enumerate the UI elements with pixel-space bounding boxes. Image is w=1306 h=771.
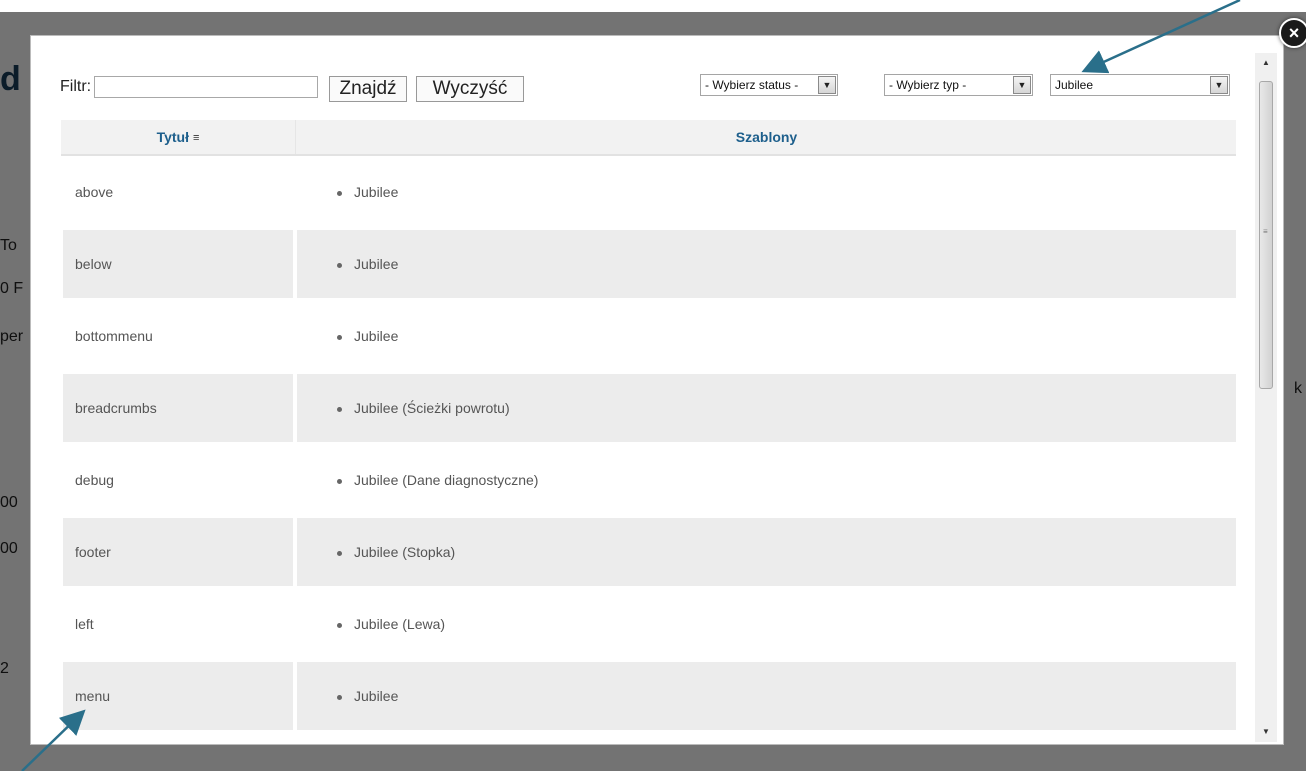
- close-icon: ×: [1288, 23, 1300, 43]
- type-select-value: - Wybierz typ -: [889, 78, 967, 92]
- dropdown-arrow-icon: ▼: [818, 76, 836, 94]
- filter-label: Filtr:: [60, 78, 92, 95]
- position-templates-cell: Jubilee: [297, 662, 1236, 730]
- template-name: Jubilee: [354, 184, 399, 200]
- bullet-icon: [337, 406, 342, 412]
- type-select[interactable]: - Wybierz typ - ▼: [884, 74, 1033, 96]
- status-select[interactable]: - Wybierz status - ▼: [700, 74, 838, 96]
- table-row[interactable]: bottommenu Jubilee: [61, 300, 1236, 372]
- positions-table: Tytuł ≡ Szablony above Jubilee below Jubilee…: [61, 120, 1236, 732]
- bullet-icon: [337, 478, 342, 484]
- position-templates-cell: Jubilee: [297, 302, 1236, 370]
- template-name: Jubilee (Ścieżki powrotu): [354, 400, 510, 416]
- table-row[interactable]: above Jubilee: [61, 156, 1236, 228]
- table-row[interactable]: menu Jubilee: [61, 660, 1236, 732]
- position-templates-cell: Jubilee (Stopka): [297, 518, 1236, 586]
- module-positions-modal: Filtr: Znajdź Wyczyść - Wybierz status -…: [30, 35, 1284, 745]
- position-title-cell[interactable]: below: [63, 230, 293, 298]
- bullet-icon: [337, 334, 342, 340]
- bullet-icon: [337, 190, 342, 196]
- bullet-icon: [337, 622, 342, 628]
- table-row[interactable]: breadcrumbs Jubilee (Ścieżki powrotu): [61, 372, 1236, 444]
- bullet-icon: [337, 550, 342, 556]
- template-select-value: Jubilee: [1055, 78, 1094, 92]
- position-templates-cell: Jubilee: [297, 158, 1236, 226]
- position-templates-cell: Jubilee (Lewa): [297, 590, 1236, 658]
- position-title-cell[interactable]: footer: [63, 518, 293, 586]
- table-row[interactable]: footer Jubilee (Stopka): [61, 516, 1236, 588]
- table-row[interactable]: left Jubilee (Lewa): [61, 588, 1236, 660]
- column-header-templates-label: Szablony: [735, 129, 798, 145]
- position-title-cell[interactable]: menu: [63, 662, 293, 730]
- scroll-down-arrow-icon[interactable]: ▼: [1255, 722, 1277, 742]
- position-templates-cell: Jubilee: [297, 230, 1236, 298]
- template-name: Jubilee (Dane diagnostyczne): [354, 472, 539, 488]
- column-header-title-label: Tytuł: [156, 129, 189, 145]
- template-name: Jubilee: [354, 328, 399, 344]
- template-select[interactable]: Jubilee ▼: [1050, 74, 1230, 96]
- scrollbar-thumb[interactable]: ≡: [1259, 81, 1273, 389]
- bullet-icon: [337, 694, 342, 700]
- position-templates-cell: Jubilee (Dane diagnostyczne): [297, 446, 1236, 514]
- dropdown-arrow-icon: ▼: [1013, 76, 1031, 94]
- table-header: Tytuł ≡ Szablony: [61, 120, 1236, 156]
- vertical-scrollbar[interactable]: ▲ ≡ ▼: [1255, 53, 1277, 742]
- scroll-up-arrow-icon[interactable]: ▲: [1255, 53, 1277, 73]
- table-body: above Jubilee below Jubilee bottommenu Jubile…: [61, 156, 1236, 732]
- position-title-cell[interactable]: breadcrumbs: [63, 374, 293, 442]
- position-title-cell[interactable]: bottommenu: [63, 302, 293, 370]
- position-title-cell[interactable]: left: [63, 590, 293, 658]
- column-header-templates: Szablony: [295, 120, 1237, 154]
- find-button[interactable]: Znajdź: [329, 76, 407, 102]
- template-name: Jubilee (Stopka): [354, 544, 456, 560]
- template-name: Jubilee (Lewa): [354, 616, 446, 632]
- close-modal-button[interactable]: ×: [1279, 18, 1306, 48]
- position-title-cell[interactable]: debug: [63, 446, 293, 514]
- template-name: Jubilee: [354, 256, 399, 272]
- clear-button[interactable]: Wyczyść: [416, 76, 524, 102]
- filter-input[interactable]: [94, 76, 318, 98]
- bullet-icon: [337, 262, 342, 268]
- table-row[interactable]: debug Jubilee (Dane diagnostyczne): [61, 444, 1236, 516]
- scrollbar-grip-icon: ≡: [1263, 227, 1268, 236]
- position-title-cell[interactable]: above: [63, 158, 293, 226]
- column-header-title[interactable]: Tytuł ≡: [61, 120, 295, 154]
- table-row[interactable]: below Jubilee: [61, 228, 1236, 300]
- status-select-value: - Wybierz status -: [705, 78, 799, 92]
- template-name: Jubilee: [354, 688, 399, 704]
- sort-ascending-icon: ≡: [192, 132, 200, 145]
- dropdown-arrow-icon: ▼: [1210, 76, 1228, 94]
- position-templates-cell: Jubilee (Ścieżki powrotu): [297, 374, 1236, 442]
